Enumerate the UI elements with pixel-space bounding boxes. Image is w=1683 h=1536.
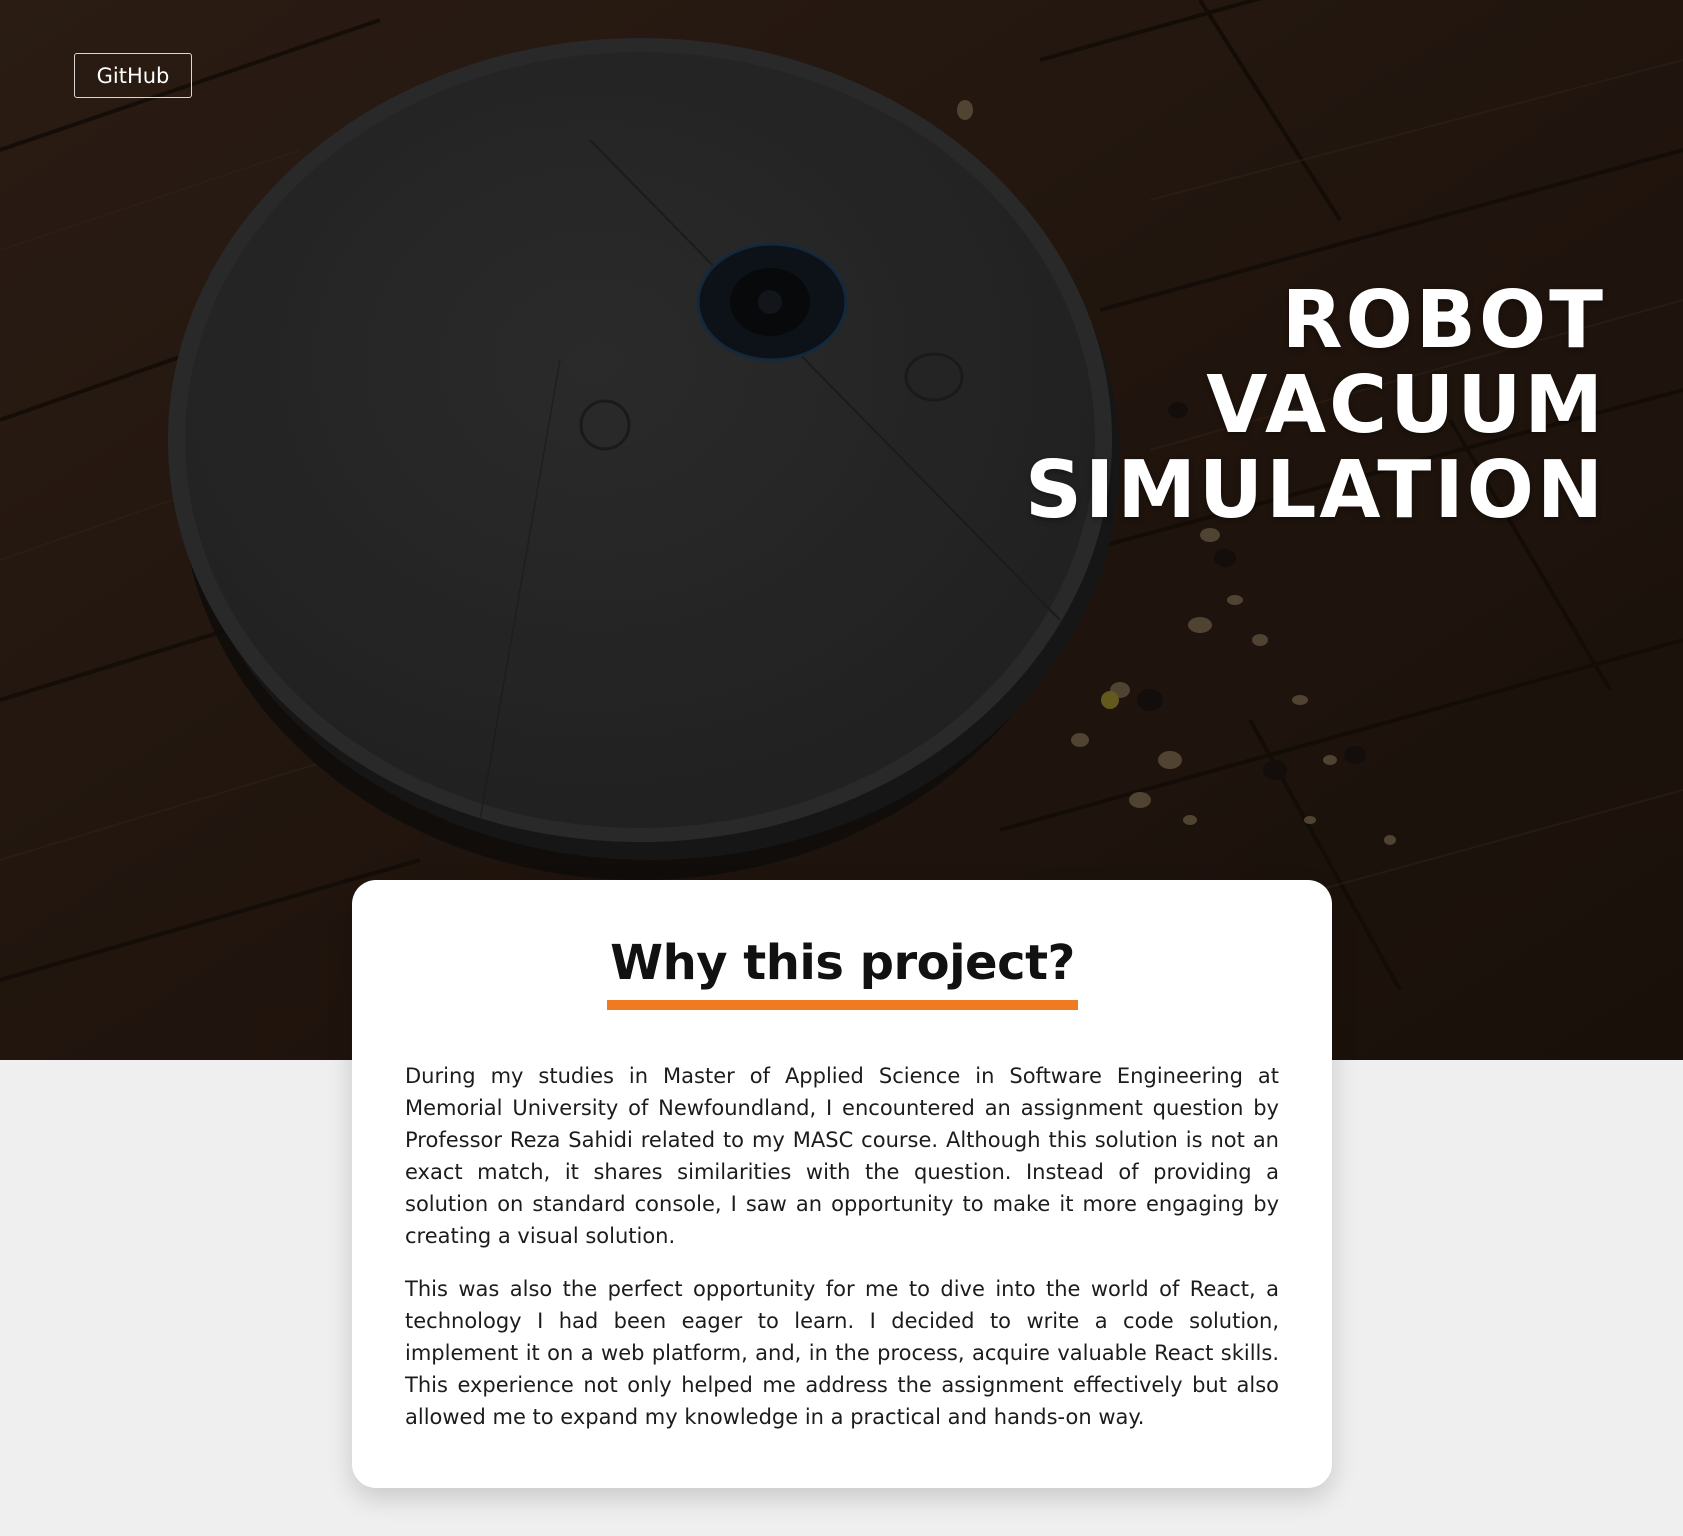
- hero-title-line-3: SIMULATION: [1025, 444, 1606, 536]
- hero-title-line-1: ROBOT: [1281, 274, 1606, 366]
- github-button[interactable]: GitHub: [74, 53, 192, 98]
- why-project-card: Why this project? During my studies in M…: [352, 880, 1332, 1488]
- hero-title-line-2: VACUUM: [1206, 359, 1606, 451]
- card-body: During my studies in Master of Applied S…: [405, 1060, 1279, 1454]
- card-title-block: Why this project?: [607, 932, 1078, 1010]
- title-accent-underline: [607, 1000, 1078, 1010]
- hero-title: ROBOT VACUUM SIMULATION: [1025, 278, 1606, 533]
- page: GitHub ROBOT VACUUM SIMULATION Why this …: [0, 0, 1683, 1536]
- card-paragraph-2: This was also the perfect opportunity fo…: [405, 1277, 1279, 1429]
- card-title: Why this project?: [610, 935, 1075, 991]
- card-paragraph-1: During my studies in Master of Applied S…: [405, 1064, 1279, 1248]
